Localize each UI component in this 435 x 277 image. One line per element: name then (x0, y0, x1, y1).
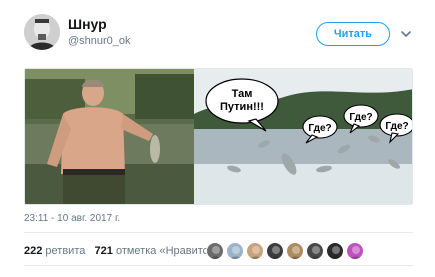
retweets-label[interactable]: ретвита (45, 245, 85, 257)
chevron-down-icon[interactable] (399, 27, 413, 41)
liker-avatar[interactable] (286, 242, 304, 260)
tweet-timestamp[interactable]: 23:11 - 10 авг. 2017 г. (24, 213, 120, 224)
likes-count[interactable]: 721 (95, 245, 113, 257)
liker-avatar[interactable] (346, 242, 364, 260)
retweets-count[interactable]: 222 (24, 245, 42, 257)
svg-text:Где?: Где? (349, 112, 372, 123)
liker-avatar[interactable] (246, 242, 264, 260)
svg-text:Где?: Где? (385, 121, 408, 132)
tweet-image[interactable]: Там Путин!!! Где? Где? Где? (24, 68, 413, 205)
liker-avatar[interactable] (206, 242, 224, 260)
liker-avatar[interactable] (326, 242, 344, 260)
divider (24, 232, 413, 233)
author-name[interactable]: Шнур (68, 16, 107, 32)
author-avatar[interactable] (24, 14, 60, 50)
liker-avatar[interactable] (306, 242, 324, 260)
divider (24, 265, 413, 266)
photo-man-fishing (25, 69, 194, 204)
bubble-left-line1: Там (232, 88, 253, 100)
liker-avatar[interactable] (266, 242, 284, 260)
liker-avatar[interactable] (226, 242, 244, 260)
likes-label[interactable]: отметка «Нравится» (116, 245, 220, 257)
svg-text:Где?: Где? (308, 123, 331, 134)
photo-jumping-fish: Там Путин!!! Где? Где? Где? (194, 69, 412, 204)
author-handle[interactable]: @shnur0_ok (68, 35, 131, 47)
bubble-left-line2: Путин!!! (220, 101, 264, 113)
follow-button[interactable]: Читать (316, 22, 390, 46)
tweet-stats: 222 ретвита 721 отметка «Нравится» (24, 245, 220, 257)
